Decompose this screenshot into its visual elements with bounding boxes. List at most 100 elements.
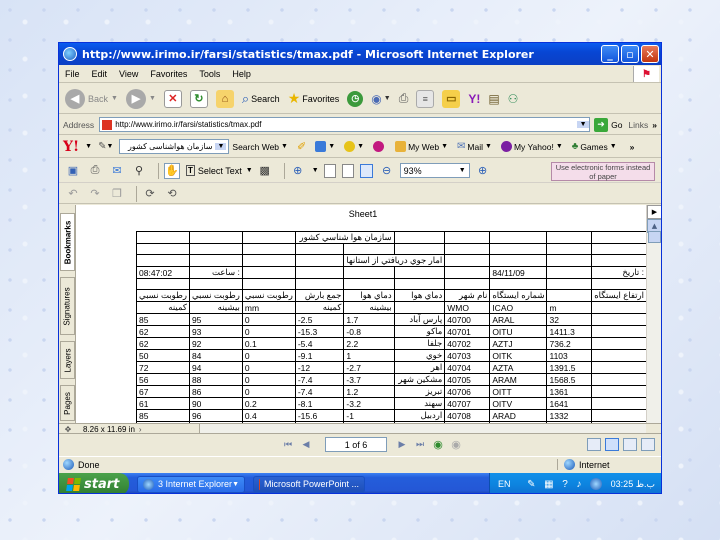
electronic-forms-banner[interactable]: Use electronic forms instead of paper [551,162,655,181]
table-cell: جلفا [393,337,446,350]
email-icon[interactable]: ✉ [109,163,125,179]
table-cell: OITV [489,397,548,410]
forward-button[interactable]: ▶ ▼ [125,88,156,109]
rotate-icon[interactable]: ⟳ [142,186,158,202]
yahoo-logo[interactable]: Y! [63,139,79,155]
my-web-button[interactable]: My Web ▼ [395,141,448,152]
page-number-input[interactable]: 1 of 6 [325,437,387,452]
continuous-facing-icon[interactable] [641,438,655,451]
go-button[interactable]: ➜ Go [594,117,622,132]
close-button[interactable]: ✕ [641,45,659,63]
address-input[interactable]: http://www.irimo.ir/farsi/statistics/tma… [99,117,591,132]
facing-page-icon[interactable] [623,438,637,451]
snapshot-camera-icon[interactable]: ▩ [257,163,273,179]
rotate-page-icon[interactable]: ⟲ [164,186,180,202]
hand-tool-icon[interactable]: ✋ [164,162,180,179]
tab-signatures[interactable]: Signatures [60,277,75,335]
media-button[interactable]: ◉ ▼ [371,92,390,106]
msn-button[interactable]: ⚇ [508,92,519,106]
next-page-icon[interactable]: ▶ [395,438,409,452]
refresh-button[interactable]: ↻ [189,89,208,108]
menu-help[interactable]: Help [232,69,251,79]
home-button[interactable]: ⌂ [215,89,234,108]
vertical-scrollbar[interactable]: ▶ ▲ [646,205,661,423]
tray-volume-icon[interactable]: ♪ [576,479,581,490]
address-dropdown-icon[interactable]: ▼ [577,121,590,128]
back-button[interactable]: ◀ Back ▼ [65,88,118,109]
yahoo-more-chevron[interactable]: » [630,142,635,152]
zoom-level-input[interactable]: 93% ▼ [399,163,470,178]
search-button[interactable]: ⌕ Search [242,91,280,107]
copy-icon[interactable]: ❐ [109,186,125,202]
table-cell: 50 [136,349,190,362]
ie-window: http://www.irimo.ir/farsi/statistics/tma… [58,42,662,494]
zoom-in-icon[interactable]: ⊕ [290,163,306,179]
menu-file[interactable]: File [65,69,80,79]
actual-size-icon[interactable] [323,163,336,178]
single-page-icon[interactable] [587,438,601,451]
favorites-button[interactable]: ★ Favorites [288,90,340,107]
table-cell: -2.5 [294,313,345,326]
tray-globe-icon[interactable] [590,478,603,490]
tab-layers[interactable]: Layers [60,341,75,379]
select-text-button[interactable]: T Select Text ▼ [186,165,253,176]
scroll-thumb[interactable] [648,231,661,243]
continuous-page-icon[interactable] [605,438,619,451]
antispy-button[interactable]: ▼ [344,141,364,152]
pencil-icon[interactable]: ✎ [98,141,106,152]
my-yahoo-button[interactable]: My Yahoo! ▼ [500,141,563,152]
menu-tools[interactable]: Tools [199,69,220,79]
menu-view[interactable]: View [119,69,138,79]
previous-page-icon[interactable]: ◀ [299,438,313,452]
bookmark-button[interactable]: ▼ [315,141,335,152]
yahoo-search-input[interactable]: سازمان هواشناسی کشور ▼ [119,139,230,154]
redo-icon[interactable]: ↷ [87,186,103,202]
fit-width-icon[interactable] [359,163,373,178]
table-cell: خوي [393,349,446,362]
links-more-chevron[interactable]: » [652,120,657,130]
tab-pages[interactable]: Pages [60,385,75,421]
pencil-dropdown-icon[interactable]: ▼ [106,143,113,150]
fit-page-icon[interactable] [341,163,354,178]
folder-button[interactable]: ▭ [442,89,461,108]
first-page-icon[interactable]: ⏮ [281,438,295,452]
undo-icon[interactable]: ↶ [65,186,81,202]
mail-button[interactable]: ✉ Mail ▼ [457,141,492,152]
language-indicator[interactable]: EN [498,479,511,489]
previous-view-icon[interactable]: ◉ [431,438,445,452]
zoom-out-icon[interactable]: ⊖ [379,163,395,179]
taskbar-item-ie[interactable]: 3 Internet Explorer ▼ [137,475,245,493]
clock[interactable]: 03:25 ب.ظ [611,479,655,490]
minimize-button[interactable]: _ [601,45,619,63]
save-icon[interactable]: ▣ [65,163,81,179]
highlight-button[interactable]: ✐ [297,140,306,153]
start-button[interactable]: start [59,473,129,493]
maximize-button[interactable]: ▫ [621,45,639,63]
menu-favorites[interactable]: Favorites [150,69,187,79]
games-button[interactable]: ♣ Games ▼ [572,141,617,152]
print-icon[interactable]: ⎙ [87,163,103,179]
yahoo-menu-dropdown-icon[interactable]: ▼ [85,143,92,150]
menu-edit[interactable]: Edit [92,69,108,79]
next-view-icon[interactable]: ◉ [449,438,463,452]
zoom-tool-dropdown-icon[interactable]: ▼ [312,167,319,174]
links-button[interactable]: Links [628,120,648,130]
research-button[interactable]: ▤ [488,92,499,106]
scroll-right-arrow-icon[interactable]: ▶ [647,205,661,219]
messenger-button[interactable]: Y! [468,92,480,106]
tray-network-icon[interactable]: ▦ [544,479,553,490]
history-button[interactable]: ◷ [347,90,364,107]
print-button[interactable]: ⎙ [399,91,409,106]
popup-blocker-button[interactable] [373,141,386,152]
search-web-button[interactable]: Search Web ▼ [232,142,288,152]
tab-bookmarks[interactable]: Bookmarks [60,213,75,271]
last-page-icon[interactable]: ⏭ [413,438,427,452]
edit-button[interactable]: ≡ [416,89,435,108]
tray-help-icon[interactable]: ? [562,479,568,490]
date-value-cell: 84/11/09 [489,266,548,279]
stop-button[interactable]: ✕ [163,89,182,108]
taskbar-item-powerpoint[interactable]: Microsoft PowerPoint ... [253,475,365,493]
tray-tool-icon[interactable]: ✎ [527,479,535,490]
find-binoculars-icon[interactable]: ⚲ [131,163,147,179]
zoom-plus-icon[interactable]: ⊕ [475,163,491,179]
